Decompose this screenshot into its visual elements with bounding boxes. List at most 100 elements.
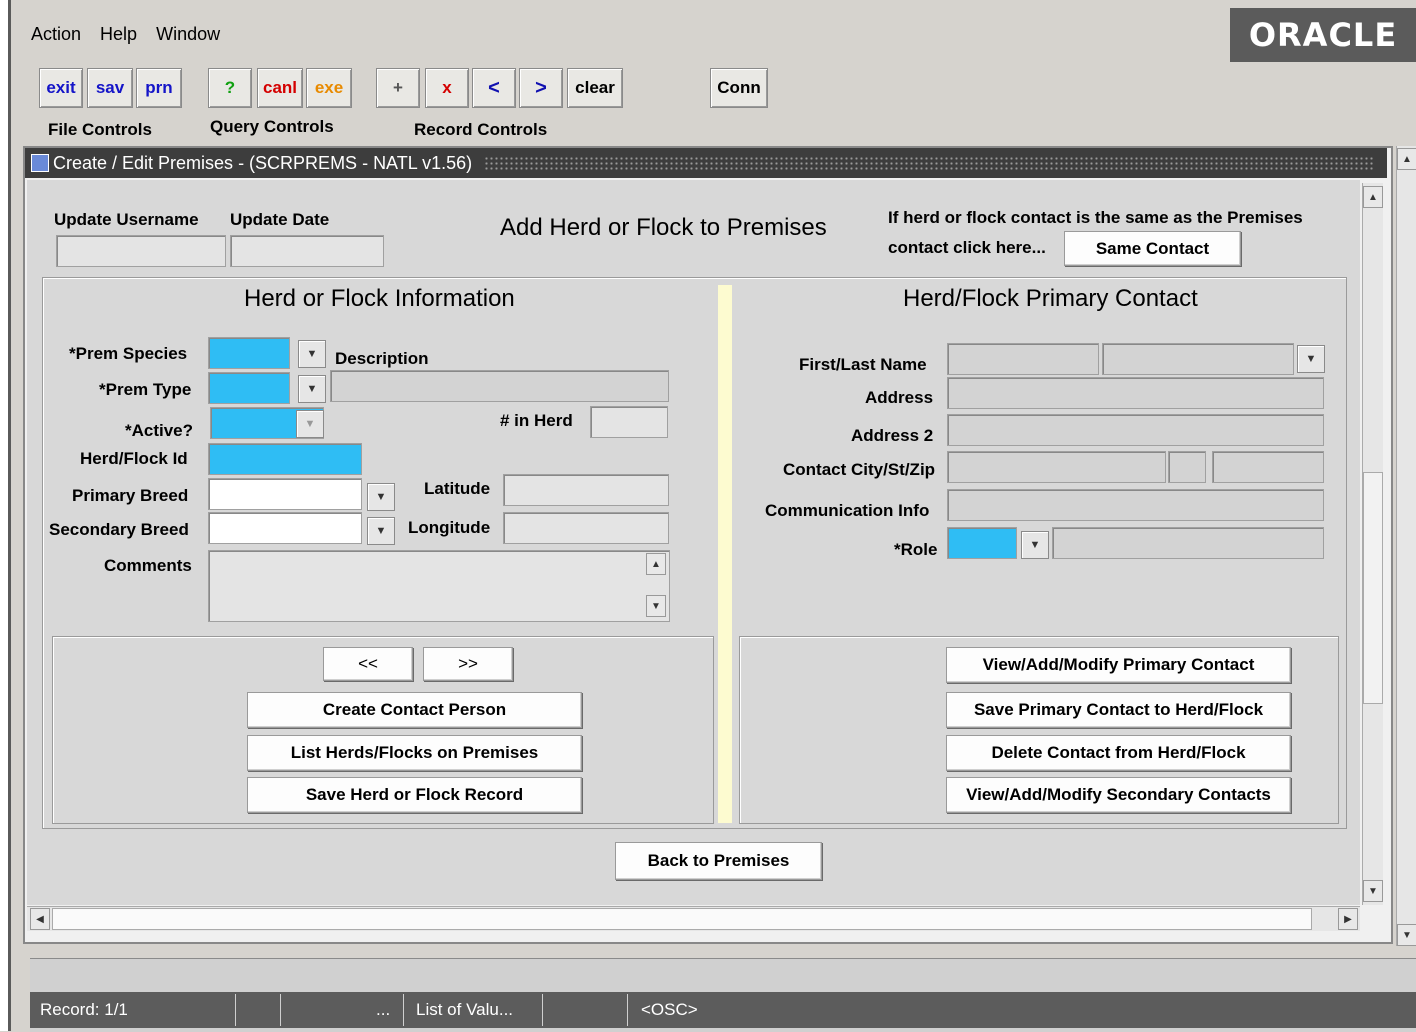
scroll-right-icon[interactable]: ▶ <box>1338 908 1358 930</box>
exit-button[interactable]: exit <box>39 68 83 108</box>
state-field <box>1168 451 1206 483</box>
oracle-logo: ORACLE <box>1230 8 1416 62</box>
longitude-field[interactable] <box>503 512 669 544</box>
conn-button[interactable]: Conn <box>710 68 768 108</box>
save-herd-record-button[interactable]: Save Herd or Flock Record <box>247 777 582 813</box>
herd-section-title: Herd or Flock Information <box>244 285 515 312</box>
list-of-values-status: List of Valu... <box>416 1000 514 1019</box>
query-controls-label: Query Controls <box>210 117 334 136</box>
prem-type-field[interactable] <box>208 372 290 404</box>
description-field <box>330 370 669 402</box>
print-button[interactable]: prn <box>136 68 182 108</box>
prem-type-dropdown-icon[interactable]: ▼ <box>298 375 326 403</box>
in-herd-field[interactable] <box>590 406 668 438</box>
outer-scroll-up-icon[interactable]: ▲ <box>1397 148 1416 170</box>
content-scroll-down-icon[interactable]: ▼ <box>1363 880 1383 902</box>
update-date-field <box>230 235 384 267</box>
delete-contact-button[interactable]: Delete Contact from Herd/Flock <box>946 735 1291 771</box>
cancel-button[interactable]: canl <box>257 68 303 108</box>
update-username-field <box>56 235 226 267</box>
scroll-left-icon[interactable]: ◀ <box>30 908 50 930</box>
contact-section-title: Herd/Flock Primary Contact <box>903 285 1198 312</box>
menu-window[interactable]: Window <box>156 24 220 44</box>
prem-species-dropdown-icon[interactable]: ▼ <box>298 340 326 368</box>
address-field <box>947 377 1324 409</box>
role-dropdown-icon[interactable]: ▼ <box>1021 531 1049 559</box>
herd-id-label: Herd/Flock Id <box>80 449 188 468</box>
secondary-breed-label: Secondary Breed <box>49 520 189 539</box>
same-contact-button[interactable]: Same Contact <box>1064 231 1241 266</box>
communication-info-field <box>947 489 1324 521</box>
secondary-breed-dropdown-icon[interactable]: ▼ <box>367 517 395 545</box>
description-label: Description <box>335 349 429 368</box>
prem-type-label: *Prem Type <box>99 380 192 399</box>
prem-species-field[interactable] <box>208 337 290 369</box>
save-primary-contact-button[interactable]: Save Primary Contact to Herd/Flock <box>946 692 1291 728</box>
titlebar-grip <box>484 156 1375 170</box>
secondary-breed-field[interactable] <box>208 512 362 544</box>
comments-scroll-up-icon[interactable]: ▲ <box>646 553 666 575</box>
outer-scroll-down-icon[interactable]: ▼ <box>1397 924 1416 946</box>
horizontal-scroll-thumb[interactable] <box>52 908 1312 930</box>
left-border-line <box>8 0 11 1031</box>
primary-breed-label: Primary Breed <box>72 486 189 505</box>
execute-button[interactable]: exe <box>306 68 352 108</box>
prev-record-button[interactable]: < <box>472 68 516 108</box>
content-scroll-thumb[interactable] <box>1363 472 1383 704</box>
menu-help[interactable]: Help <box>100 24 137 44</box>
status-divider <box>280 994 281 1026</box>
herd-id-field[interactable] <box>208 443 362 475</box>
latitude-field[interactable] <box>503 474 669 506</box>
longitude-label: Longitude <box>408 518 491 537</box>
next-record-button[interactable]: > <box>519 68 563 108</box>
zip-field <box>1212 451 1324 483</box>
address2-field <box>947 414 1324 446</box>
first-last-name-label: First/Last Name <box>799 355 927 374</box>
primary-breed-dropdown-icon[interactable]: ▼ <box>367 483 395 511</box>
comments-scroll-down-icon[interactable]: ▼ <box>646 595 666 617</box>
window-title: Create / Edit Premises - (SCRPREMS - NAT… <box>53 152 473 173</box>
first-name-field <box>947 343 1099 375</box>
same-contact-note-2: contact click here... <box>888 238 1046 257</box>
next-herd-button[interactable]: >> <box>423 647 513 681</box>
in-herd-label: # in Herd <box>500 411 573 430</box>
role-label: *Role <box>894 540 938 559</box>
clear-button[interactable]: clear <box>567 68 623 108</box>
record-status: Record: 1/1 <box>40 1000 128 1019</box>
delete-record-button[interactable]: x <box>425 68 469 108</box>
view-secondary-contacts-button[interactable]: View/Add/Modify Secondary Contacts <box>946 777 1291 813</box>
back-to-premises-button[interactable]: Back to Premises <box>615 842 822 880</box>
role-description-field <box>1052 527 1324 559</box>
status-ellipsis: ... <box>376 1000 391 1019</box>
menu-bar: Action Help Window <box>31 24 234 45</box>
add-record-button[interactable]: + <box>376 68 420 108</box>
last-name-field <box>1102 343 1294 375</box>
outer-vertical-scrollbar[interactable] <box>1396 146 1416 946</box>
window-icon <box>31 154 49 172</box>
address-label: Address <box>865 388 934 407</box>
prev-herd-button[interactable]: << <box>323 647 413 681</box>
list-herds-button[interactable]: List Herds/Flocks on Premises <box>247 735 582 771</box>
status-divider <box>403 994 404 1026</box>
file-controls-label: File Controls <box>48 120 152 139</box>
page-heading: Add Herd or Flock to Premises <box>500 214 827 241</box>
view-primary-contact-button[interactable]: View/Add/Modify Primary Contact <box>946 647 1291 683</box>
comments-textarea[interactable] <box>208 550 670 622</box>
menu-action[interactable]: Action <box>31 24 81 44</box>
status-divider <box>235 994 236 1026</box>
window-titlebar[interactable]: Create / Edit Premises - (SCRPREMS - NAT… <box>25 148 1387 178</box>
same-contact-note-1: If herd or flock contact is the same as … <box>888 208 1303 227</box>
content-scroll-up-icon[interactable]: ▲ <box>1363 186 1383 208</box>
record-controls-label: Record Controls <box>414 120 548 139</box>
contact-name-dropdown-icon[interactable]: ▼ <box>1297 345 1325 373</box>
comments-label: Comments <box>104 556 192 575</box>
create-contact-person-button[interactable]: Create Contact Person <box>247 692 582 728</box>
role-field[interactable] <box>947 527 1017 559</box>
save-button[interactable]: sav <box>87 68 133 108</box>
city-field <box>947 451 1166 483</box>
primary-breed-field[interactable] <box>208 478 362 510</box>
active-dropdown-icon[interactable]: ▼ <box>296 410 324 438</box>
status-divider <box>627 994 628 1026</box>
query-button[interactable]: ? <box>208 68 252 108</box>
city-st-zip-label: Contact City/St/Zip <box>783 460 936 479</box>
